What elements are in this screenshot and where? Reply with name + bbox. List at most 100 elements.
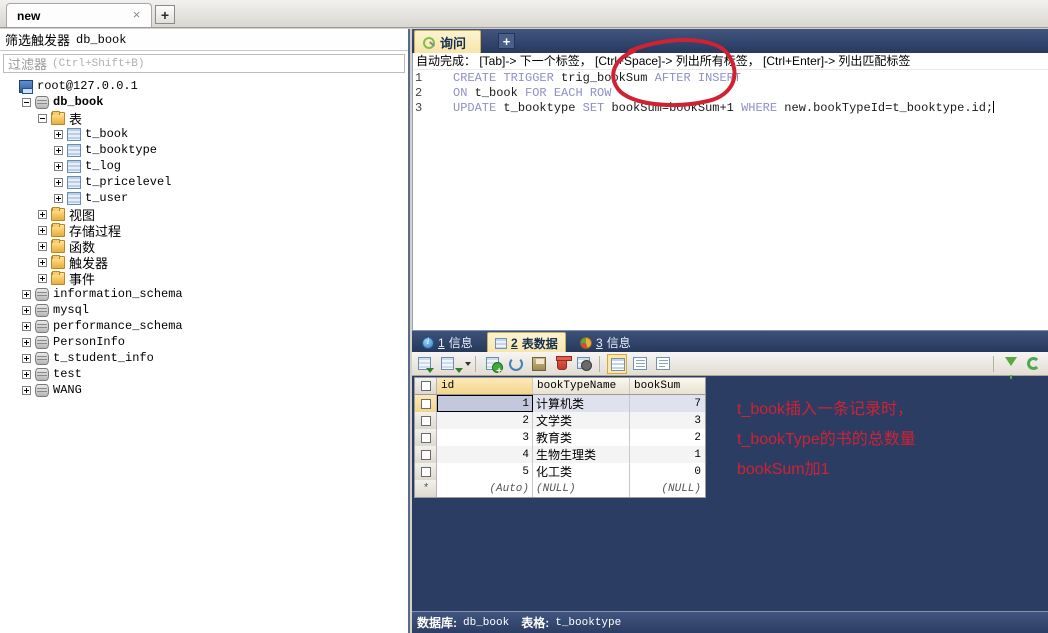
cell-booktypename[interactable]: 教育类 xyxy=(533,429,630,446)
tree-item-t_booktype[interactable]: t_booktype xyxy=(0,142,408,158)
column-header[interactable]: bookSum xyxy=(630,378,705,394)
row-checkbox[interactable] xyxy=(415,412,437,429)
cell-booktypename-new[interactable]: (NULL) xyxy=(533,480,630,497)
table-icon xyxy=(67,175,81,189)
select-all-checkbox[interactable] xyxy=(415,378,437,394)
expand-icon[interactable] xyxy=(22,321,31,331)
refresh-icon[interactable] xyxy=(506,354,526,374)
results-tab-2[interactable]: 2 表数据 xyxy=(487,332,566,353)
tree-item-[interactable]: 事件 xyxy=(0,270,408,287)
column-header[interactable]: id xyxy=(437,378,533,394)
row-checkbox[interactable] xyxy=(415,429,437,446)
expand-icon[interactable] xyxy=(22,385,31,395)
tree-item-db_book[interactable]: db_book xyxy=(0,94,408,110)
expand-icon[interactable] xyxy=(38,273,47,283)
expand-icon[interactable] xyxy=(22,353,31,363)
tree-item-t_student_info[interactable]: t_student_info xyxy=(0,350,408,366)
expand-icon[interactable] xyxy=(22,305,31,315)
cell-booksum-new[interactable]: (NULL) xyxy=(630,480,705,497)
tree-item-t_pricelevel[interactable]: t_pricelevel xyxy=(0,174,408,190)
object-tree[interactable]: root@127.0.0.1 db_book 表 t_book t_booktype t_… xyxy=(0,78,408,630)
cell-id[interactable]: 4 xyxy=(437,446,533,463)
cell-booksum[interactable]: 1 xyxy=(630,446,705,463)
tree-item-[interactable]: 存储过程 xyxy=(0,222,408,239)
expand-icon[interactable] xyxy=(54,161,63,171)
cell-booktypename[interactable]: 文学类 xyxy=(533,412,630,429)
table-row[interactable]: 2 文学类 3 xyxy=(415,412,705,429)
cell-booksum[interactable]: 2 xyxy=(630,429,705,446)
text-view-icon[interactable] xyxy=(653,354,673,374)
expand-icon[interactable] xyxy=(38,257,47,267)
tree-item-[interactable]: 触发器 xyxy=(0,254,408,271)
expand-icon[interactable] xyxy=(38,241,47,251)
cell-booksum[interactable]: 0 xyxy=(630,463,705,480)
grid-view-icon[interactable] xyxy=(607,353,627,374)
cell-booksum[interactable]: 7 xyxy=(630,395,705,412)
document-tab-new[interactable]: new × xyxy=(6,3,152,27)
filter-input[interactable]: 过滤器 (Ctrl+Shift+B) xyxy=(3,54,405,73)
new-tab-button[interactable]: + xyxy=(155,5,175,24)
cancel-edit-icon[interactable] xyxy=(575,354,595,374)
delete-record-icon[interactable] xyxy=(552,354,572,374)
query-tab[interactable]: 询问 xyxy=(414,30,482,53)
cell-id[interactable]: 3 xyxy=(437,429,533,446)
cell-id[interactable]: 1 xyxy=(437,395,533,412)
tree-item-[interactable]: 视图 xyxy=(0,206,408,223)
tree-item-[interactable]: 函数 xyxy=(0,238,408,255)
expand-icon[interactable] xyxy=(22,369,31,379)
expand-icon[interactable] xyxy=(54,177,63,187)
tree-item-root127001[interactable]: root@127.0.0.1 xyxy=(0,78,408,94)
tree-item-test[interactable]: test xyxy=(0,366,408,382)
table-row[interactable]: 5 化工类 0 xyxy=(415,463,705,480)
sync-icon[interactable] xyxy=(1024,354,1044,374)
results-tab-1[interactable]: 1信息 xyxy=(415,332,480,353)
add-query-tab-button[interactable]: + xyxy=(498,33,515,49)
tree-item-t_book[interactable]: t_book xyxy=(0,126,408,142)
row-checkbox[interactable] xyxy=(415,463,437,480)
add-record-icon[interactable] xyxy=(483,354,503,377)
row-checkbox[interactable] xyxy=(415,395,437,412)
tree-item-[interactable]: 表 xyxy=(0,110,408,127)
tree-item-mysql[interactable]: mysql xyxy=(0,302,408,318)
row-checkbox[interactable] xyxy=(415,446,437,463)
data-grid[interactable]: id bookTypeName bookSum 1 计算机类 7 2 文学类 3 3 教育类 2 4 生物… xyxy=(414,377,706,498)
results-tab-3[interactable]: 3 信息 xyxy=(573,332,638,353)
expand-icon[interactable] xyxy=(22,337,31,347)
cell-booktypename[interactable]: 生物生理类 xyxy=(533,446,630,463)
tree-item-WANG[interactable]: WANG xyxy=(0,382,408,398)
chevron-down-icon[interactable] xyxy=(465,361,471,366)
grid-insert-dropdown-icon[interactable] xyxy=(438,354,464,374)
table-row[interactable]: 1 计算机类 7 xyxy=(415,395,705,412)
expand-icon[interactable] xyxy=(38,209,47,219)
sql-editor[interactable]: 自动完成： [Tab]-> 下一个标签， [Ctrl+Space]-> 列出所有… xyxy=(412,53,1048,330)
collapse-icon[interactable] xyxy=(22,97,31,107)
save-record-icon[interactable] xyxy=(529,354,549,374)
filter-icon[interactable] xyxy=(1001,354,1021,379)
table-row[interactable]: 3 教育类 2 xyxy=(415,429,705,446)
table-row[interactable]: 4 生物生理类 1 xyxy=(415,446,705,463)
table-new-row[interactable]: * (Auto) (NULL) (NULL) xyxy=(415,480,705,497)
cell-id-new[interactable]: (Auto) xyxy=(437,480,533,497)
grid-insert-icon[interactable] xyxy=(415,354,435,374)
cell-booktypename[interactable]: 化工类 xyxy=(533,463,630,480)
expand-icon[interactable] xyxy=(22,289,31,299)
form-view-icon[interactable] xyxy=(630,354,650,374)
tree-item-t_user[interactable]: t_user xyxy=(0,190,408,206)
cell-booktypename[interactable]: 计算机类 xyxy=(533,395,630,412)
tree-item-PersonInfo[interactable]: PersonInfo xyxy=(0,334,408,350)
tree-item-performance_schema[interactable]: performance_schema xyxy=(0,318,408,334)
close-icon[interactable]: × xyxy=(130,8,143,21)
status-bar: 数据库: db_book 表格: t_booktype xyxy=(412,611,1048,633)
expand-icon[interactable] xyxy=(38,225,47,235)
expand-icon[interactable] xyxy=(54,145,63,155)
collapse-icon[interactable] xyxy=(38,113,47,123)
cell-booksum[interactable]: 3 xyxy=(630,412,705,429)
expand-icon[interactable] xyxy=(54,129,63,139)
sql-code-area[interactable]: 1 CREATE TRIGGER trig_bookSum AFTER INSER… xyxy=(413,70,1048,116)
tree-item-t_log[interactable]: t_log xyxy=(0,158,408,174)
expand-icon[interactable] xyxy=(54,193,63,203)
column-header[interactable]: bookTypeName xyxy=(533,378,630,394)
cell-id[interactable]: 5 xyxy=(437,463,533,480)
tree-item-information_schema[interactable]: information_schema xyxy=(0,286,408,302)
cell-id[interactable]: 2 xyxy=(437,412,533,429)
